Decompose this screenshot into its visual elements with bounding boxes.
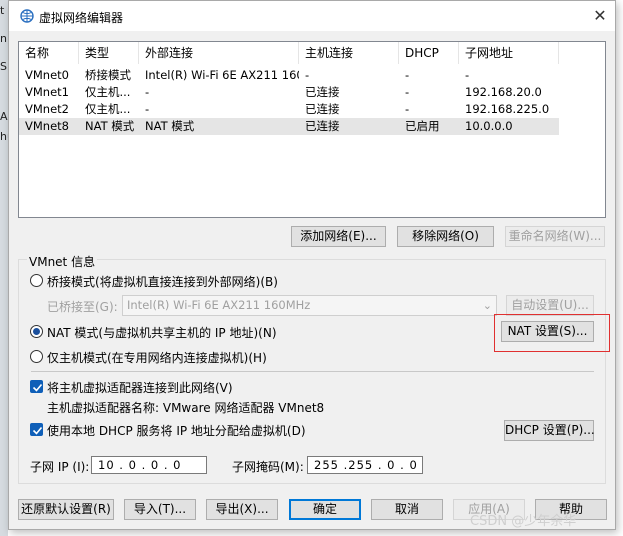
cell-dhcp: -	[405, 85, 410, 99]
ok-button[interactable]: 确定	[289, 499, 361, 520]
subnet-ip-input[interactable]: 10 . 0 . 0 . 0	[91, 456, 207, 474]
title-bar[interactable]: 虚拟网络编辑器 ✕	[9, 1, 615, 31]
use-dhcp-label[interactable]: 使用本地 DHCP 服务将 IP 地址分配给虚拟机(D)	[47, 422, 306, 439]
cancel-button[interactable]: 取消	[371, 499, 443, 520]
subnet-mask-input[interactable]: 255 .255 . 0 . 0	[307, 456, 423, 474]
network-table[interactable]: 名称 类型 外部连接 主机连接 DHCP 子网地址 VMnet0 桥接模式 In…	[18, 41, 606, 218]
bg-text: hu	[0, 130, 8, 143]
table-row[interactable]: VMnet1 仅主机... - 已连接 - 192.168.20.0	[19, 84, 559, 101]
column-header-name[interactable]: 名称	[19, 42, 79, 64]
bg-text: A	[0, 110, 8, 123]
background-window-strip: t n S A hu	[0, 0, 8, 536]
column-header-external[interactable]: 外部连接	[139, 42, 299, 64]
column-header-host[interactable]: 主机连接	[299, 42, 399, 64]
window-title: 虚拟网络编辑器	[39, 11, 124, 25]
export-button[interactable]: 导出(X)...	[206, 499, 278, 520]
nat-mode-radio[interactable]	[30, 325, 43, 338]
bridged-to-label: 已桥接至(G):	[47, 300, 118, 314]
cell-host: 已连接	[305, 102, 340, 116]
cell-subnet: 192.168.225.0	[465, 102, 550, 116]
cell-external: Intel(R) Wi-Fi 6E AX211 160...	[145, 68, 299, 82]
close-button[interactable]: ✕	[587, 5, 613, 27]
nat-mode-label[interactable]: NAT 模式(与虚拟机共享主机的 IP 地址)(N)	[47, 324, 277, 341]
rename-network-button[interactable]: 重命名网络(W)...	[505, 226, 605, 247]
cell-dhcp: -	[405, 68, 410, 82]
cell-name: VMnet0	[25, 68, 69, 82]
connect-adapter-label[interactable]: 将主机虚拟适配器连接到此网络(V)	[47, 379, 233, 396]
subnet-ip-label: 子网 IP (I):	[30, 460, 90, 474]
column-header-dhcp[interactable]: DHCP	[399, 42, 459, 64]
bridged-to-select[interactable]: Intel(R) Wi-Fi 6E AX211 160MHz ⌄	[122, 295, 497, 316]
table-row[interactable]: VMnet0 桥接模式 Intel(R) Wi-Fi 6E AX211 160.…	[19, 67, 559, 84]
bridge-mode-radio[interactable]	[30, 274, 43, 287]
use-dhcp-checkbox[interactable]	[30, 423, 43, 436]
checkmark-icon	[32, 383, 43, 392]
virtual-network-editor-dialog: 虚拟网络编辑器 ✕ 名称 类型 外部连接 主机连接 DHCP 子网地址 VMne…	[8, 0, 616, 530]
cell-name: VMnet8	[25, 119, 69, 133]
dhcp-settings-button[interactable]: DHCP 设置(P)...	[504, 420, 595, 441]
add-network-button[interactable]: 添加网络(E)...	[291, 226, 386, 247]
chevron-down-icon: ⌄	[482, 299, 492, 312]
column-header-type[interactable]: 类型	[79, 42, 139, 64]
host-only-radio[interactable]	[30, 350, 43, 363]
cell-type: 桥接模式	[85, 68, 131, 82]
import-button[interactable]: 导入(T)...	[124, 499, 196, 520]
column-header-subnet[interactable]: 子网地址	[459, 42, 559, 64]
cell-external: -	[145, 102, 150, 116]
cell-host: 已连接	[305, 119, 340, 133]
checkmark-icon	[32, 426, 43, 435]
table-row[interactable]: VMnet2 仅主机... - 已连接 - 192.168.225.0	[19, 101, 559, 118]
auto-settings-button[interactable]: 自动设置(U)...	[506, 295, 594, 316]
host-only-label[interactable]: 仅主机模式(在专用网络内连接虚拟机)(H)	[47, 349, 267, 366]
cell-subnet: -	[465, 68, 470, 82]
cell-dhcp: -	[405, 102, 410, 116]
adapter-name-text: 主机虚拟适配器名称: VMware 网络适配器 VMnet8	[47, 401, 325, 415]
cell-dhcp: 已启用	[405, 119, 440, 133]
cell-subnet: 10.0.0.0	[465, 119, 513, 133]
divider	[31, 371, 594, 372]
cell-type: 仅主机...	[85, 85, 131, 99]
subnet-mask-label: 子网掩码(M):	[232, 460, 304, 474]
vmware-network-icon	[20, 9, 34, 23]
annotation-highlight-box	[494, 314, 610, 352]
bg-text: S	[0, 60, 7, 73]
bridge-mode-label[interactable]: 桥接模式(将虚拟机直接连接到外部网络)(B)	[47, 273, 278, 290]
cell-name: VMnet1	[25, 85, 69, 99]
table-header: 名称 类型 外部连接 主机连接 DHCP 子网地址	[19, 42, 605, 64]
watermark: CSDN @少年余华	[470, 514, 577, 529]
connect-adapter-checkbox[interactable]	[30, 380, 43, 393]
restore-defaults-button[interactable]: 还原默认设置(R)	[18, 499, 114, 520]
bridged-to-value: Intel(R) Wi-Fi 6E AX211 160MHz	[127, 298, 311, 312]
cell-host: 已连接	[305, 85, 340, 99]
cell-name: VMnet2	[25, 102, 69, 116]
vmnet-info-label: VMnet 信息	[27, 253, 98, 270]
remove-network-button[interactable]: 移除网络(O)	[397, 226, 494, 247]
cell-subnet: 192.168.20.0	[465, 85, 542, 99]
table-row-selected[interactable]: VMnet8 NAT 模式 NAT 模式 已连接 已启用 10.0.0.0	[19, 118, 559, 135]
cell-external: NAT 模式	[145, 119, 195, 133]
bg-text: t	[0, 4, 5, 17]
cell-type: 仅主机...	[85, 102, 131, 116]
bg-text: n	[0, 32, 7, 45]
cell-type: NAT 模式	[85, 119, 135, 133]
cell-host: -	[305, 68, 310, 82]
cell-external: -	[145, 85, 150, 99]
